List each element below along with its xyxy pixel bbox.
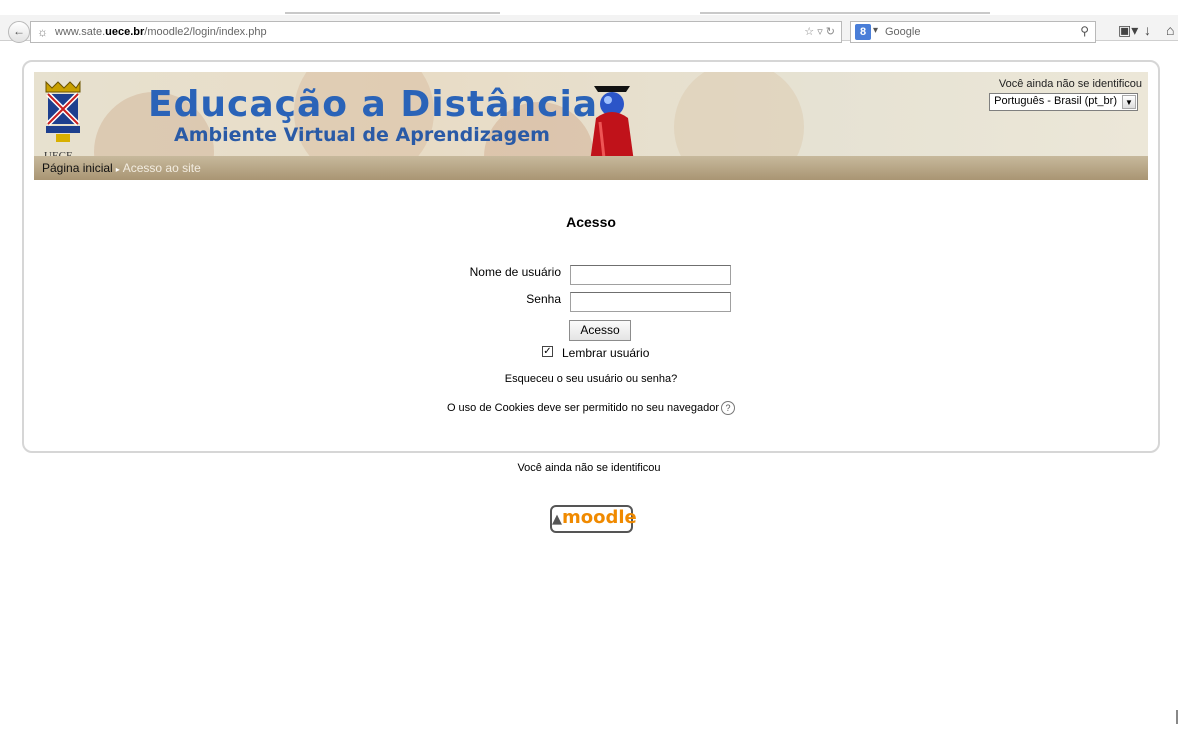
graduation-mascot-icon bbox=[590, 86, 634, 162]
login-heading: Acesso bbox=[566, 214, 616, 230]
password-input[interactable] bbox=[570, 292, 731, 312]
footer-login-status: Você ainda não se identificou bbox=[517, 462, 661, 474]
globe-icon: ☼ bbox=[37, 25, 48, 39]
bookmarks-menu-icon[interactable]: ▣▾ bbox=[1118, 22, 1138, 39]
chevron-down-icon[interactable]: ▼ bbox=[1122, 95, 1136, 109]
forgot-password-link[interactable]: Esqueceu o seu usuário ou senha? bbox=[24, 373, 1158, 385]
url-text: www.sate.uece.br/moodle2/login/index.php bbox=[55, 26, 267, 38]
search-bar[interactable]: 8 ▾ Google ⚲ bbox=[850, 21, 1096, 43]
login-button[interactable]: Acesso bbox=[569, 320, 631, 341]
bookmark-star-icon[interactable]: ☆ ▿ ↻ bbox=[804, 25, 835, 38]
username-label: Nome de usuário bbox=[469, 265, 561, 279]
page-container: UECE Educação a Distância Ambiente Virtu… bbox=[22, 60, 1160, 453]
breadcrumb-home-link[interactable]: Página inicial bbox=[42, 161, 113, 175]
back-arrow-icon: ← bbox=[13, 24, 25, 38]
search-input[interactable]: Google bbox=[885, 26, 920, 38]
cookie-notice: O uso de Cookies deve ser permitido no s… bbox=[24, 401, 1158, 415]
language-select[interactable]: Português - Brasil (pt_br) ▼ bbox=[989, 93, 1138, 111]
chevron-down-icon[interactable]: ▾ bbox=[873, 25, 878, 36]
breadcrumb: Página inicial ▸ Acesso ao site bbox=[34, 156, 1148, 180]
site-title: Educação a Distância bbox=[148, 84, 599, 125]
breadcrumb-current: Acesso ao site bbox=[122, 161, 201, 175]
browser-toolbar: ← ☼ www.sate.uece.br/moodle2/login/index… bbox=[0, 0, 1178, 43]
breadcrumb-separator-icon: ▸ bbox=[115, 165, 120, 174]
back-button[interactable]: ← bbox=[8, 21, 30, 43]
tab-strip bbox=[0, 0, 1178, 15]
site-subtitle: Ambiente Virtual de Aprendizagem bbox=[174, 124, 550, 146]
tab-indicator bbox=[285, 12, 500, 14]
remember-username-checkbox[interactable]: ✓ bbox=[542, 346, 553, 357]
search-icon[interactable]: ⚲ bbox=[1080, 24, 1089, 38]
address-bar[interactable]: ☼ www.sate.uece.br/moodle2/login/index.p… bbox=[30, 21, 842, 43]
uece-crest-icon bbox=[45, 80, 81, 142]
mortarboard-icon: ▲ bbox=[552, 512, 562, 527]
login-status[interactable]: Você ainda não se identificou bbox=[999, 78, 1142, 90]
download-icon[interactable]: ↓ bbox=[1144, 22, 1151, 38]
home-icon[interactable]: ⌂ bbox=[1166, 22, 1174, 38]
moodle-logo[interactable]: ▲moodle bbox=[550, 505, 637, 533]
username-input[interactable] bbox=[570, 265, 731, 285]
remember-username-label[interactable]: Lembrar usuário bbox=[562, 346, 649, 360]
tab-indicator bbox=[700, 12, 990, 14]
search-engine-icon[interactable]: 8 bbox=[855, 24, 871, 40]
password-label: Senha bbox=[526, 292, 561, 306]
help-icon[interactable]: ? bbox=[721, 401, 736, 415]
